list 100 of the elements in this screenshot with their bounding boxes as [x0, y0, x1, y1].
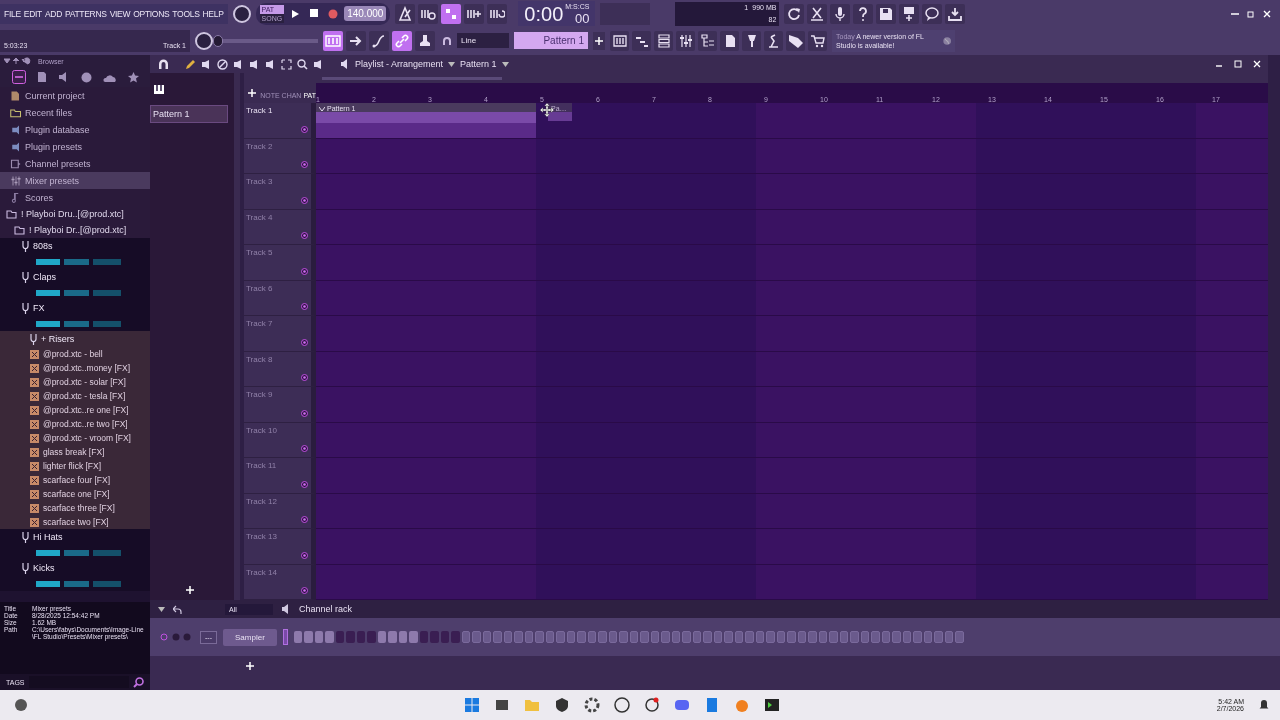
track-mute-led[interactable]: [301, 232, 308, 239]
fruit-app-icon[interactable]: [734, 697, 751, 713]
file-row[interactable]: scarface four [FX]: [0, 473, 150, 487]
track-mute-led[interactable]: [301, 374, 308, 381]
mic-button[interactable]: [830, 3, 851, 24]
track-header[interactable]: Track 6: [244, 280, 316, 316]
track-mute-led[interactable]: [301, 161, 308, 168]
snap-dropdown[interactable]: Line: [457, 33, 509, 48]
pattern-picker-item[interactable]: Pattern 1: [150, 105, 228, 123]
track-mute-led[interactable]: [301, 445, 308, 452]
pack-row[interactable]: Kicks: [0, 560, 150, 576]
track-header[interactable]: Track 5: [244, 245, 316, 281]
slash-tool-icon[interactable]: [217, 58, 228, 70]
browser-category[interactable]: Plugin database: [0, 121, 150, 138]
terminal-icon[interactable]: [764, 697, 781, 713]
chat-button[interactable]: [922, 3, 943, 24]
menu-item[interactable]: ADD: [44, 8, 62, 19]
menu-item[interactable]: EDIT: [23, 8, 42, 19]
caret-icon[interactable]: [448, 61, 456, 67]
zoom-tool-icon[interactable]: [297, 58, 308, 70]
file-row[interactable]: glass break [FX]: [0, 445, 150, 459]
add-track-button[interactable]: [246, 87, 258, 99]
track-mute-led[interactable]: [301, 303, 308, 310]
select-tool-icon[interactable]: [281, 58, 292, 70]
track-header[interactable]: Track 1: [244, 103, 316, 139]
mixer-window-button[interactable]: [610, 30, 629, 51]
pack-row[interactable]: Claps: [0, 269, 150, 285]
file-row[interactable]: scarface two [FX]: [0, 515, 150, 529]
browser-category[interactable]: Recent files: [0, 104, 150, 121]
track-header[interactable]: Track 8: [244, 351, 316, 387]
tree-window-button[interactable]: [698, 30, 717, 51]
channel-select-indicator[interactable]: [282, 629, 288, 645]
playlist-title[interactable]: Playlist - Arrangement: [355, 59, 444, 69]
track-header[interactable]: Track 7: [244, 316, 316, 352]
rack-window-button[interactable]: [654, 30, 673, 51]
folder-row[interactable]: ! Playboi Dru..[@prod.xtc]: [0, 206, 150, 222]
browser-icon[interactable]: [614, 697, 631, 713]
menu-item[interactable]: TOOLS: [172, 8, 200, 19]
pianoroll-window-button[interactable]: [632, 30, 651, 51]
file-row[interactable]: @prod.xtc..money [FX]: [0, 361, 150, 375]
browser-category[interactable]: Scores: [0, 189, 150, 206]
browser-category[interactable]: Current project: [0, 87, 150, 104]
track-mute-led[interactable]: [301, 587, 308, 594]
plugin-tab-icon[interactable]: [11, 70, 26, 84]
menu-item[interactable]: VIEW: [109, 8, 131, 19]
file-row[interactable]: scarface three [FX]: [0, 501, 150, 515]
refresh-button[interactable]: [784, 3, 805, 24]
maximize-button[interactable]: [1231, 57, 1245, 71]
track-mute-led[interactable]: [301, 267, 308, 275]
add-channel-button[interactable]: [244, 660, 256, 672]
loop-button[interactable]: [487, 3, 508, 24]
chevron-icon[interactable]: [319, 107, 325, 111]
pattern-selector[interactable]: Pattern 1: [514, 32, 588, 49]
pack-row[interactable]: FX: [0, 300, 150, 316]
export-button[interactable]: [899, 3, 920, 24]
file-tab-icon[interactable]: [36, 71, 47, 83]
track-mute-led[interactable]: [301, 125, 308, 133]
file-row[interactable]: lighter flick [FX]: [0, 459, 150, 473]
speaker-icon[interactable]: [340, 59, 350, 69]
globe-tab-icon[interactable]: [80, 71, 92, 83]
track-header[interactable]: Track 2: [244, 138, 316, 174]
file-row[interactable]: @prod.xtc - solar [FX]: [0, 375, 150, 389]
save-button[interactable]: [876, 3, 897, 24]
metronome-button[interactable]: [395, 3, 416, 24]
speaker-icon[interactable]: [281, 604, 291, 614]
menu-item[interactable]: OPTIONS: [133, 8, 170, 19]
pack-row[interactable]: 808s: [0, 238, 150, 254]
piano-keys-icon[interactable]: [154, 84, 164, 94]
shield-icon[interactable]: [554, 697, 571, 713]
file-row[interactable]: @prod.xtc - vroom [FX]: [0, 431, 150, 445]
track-mute-led[interactable]: [301, 516, 308, 523]
caret-icon[interactable]: [158, 606, 165, 612]
link-button[interactable]: [392, 30, 412, 51]
cart-window-button[interactable]: [808, 30, 827, 51]
file-row[interactable]: scarface one [FX]: [0, 487, 150, 501]
undo-icon[interactable]: [173, 604, 182, 614]
pencil-tool-icon[interactable]: [185, 58, 196, 70]
scrollbar-thumb[interactable]: [322, 76, 502, 80]
magnet-icon[interactable]: [158, 58, 169, 70]
cut-button[interactable]: [807, 3, 828, 24]
menu-item[interactable]: PATTERNS: [65, 8, 107, 19]
track-mute-led[interactable]: [301, 338, 308, 346]
browser-category[interactable]: Plugin presets: [0, 138, 150, 155]
file-row[interactable]: @prod.xtc..re two [FX]: [0, 417, 150, 431]
start-icon[interactable]: [464, 697, 481, 713]
track-header[interactable]: Track 13: [244, 529, 316, 565]
file-row[interactable]: @prod.xtc..re one [FX]: [0, 403, 150, 417]
track-header[interactable]: Track 10: [244, 422, 316, 458]
search-icon[interactable]: [133, 676, 144, 688]
menu-item[interactable]: FILE: [4, 8, 21, 19]
step-button[interactable]: [464, 3, 485, 24]
track-header[interactable]: Track 3: [244, 174, 316, 210]
track-header[interactable]: Track 9: [244, 387, 316, 423]
track-mute-led[interactable]: [301, 196, 308, 204]
track-mute-led[interactable]: [301, 480, 308, 488]
chat-app-icon[interactable]: [674, 697, 691, 713]
track-header[interactable]: Track 12: [244, 493, 316, 529]
page-window-button[interactable]: [720, 30, 739, 51]
notification-icon[interactable]: [1258, 699, 1270, 711]
arrangement-pattern-label[interactable]: Pattern 1: [460, 59, 497, 69]
